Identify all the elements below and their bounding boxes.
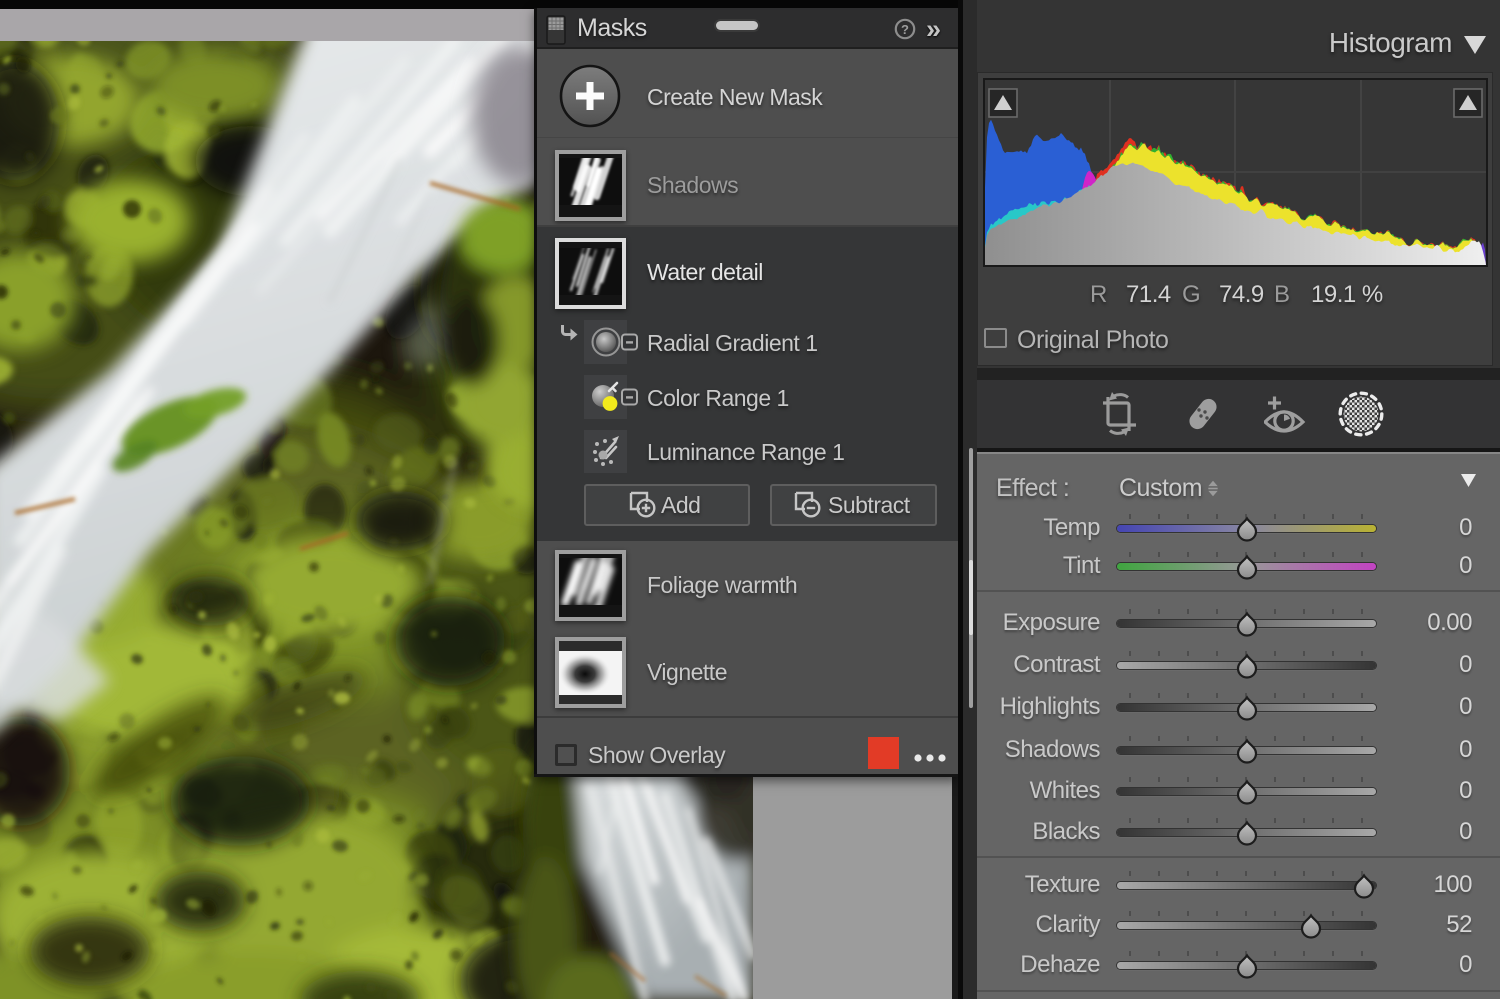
svg-text:?: ? (901, 22, 909, 37)
